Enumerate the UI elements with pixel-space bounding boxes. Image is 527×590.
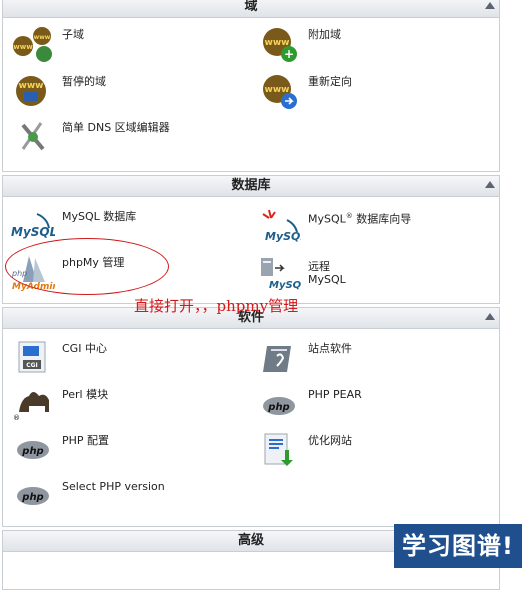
- php-config-icon: php: [17, 441, 49, 459]
- svg-text:CGI: CGI: [26, 362, 38, 369]
- item-label: phpMy 管理: [62, 256, 125, 269]
- svg-text:MyAdmin: MyAdmin: [12, 282, 55, 292]
- svg-text:php: php: [11, 269, 27, 278]
- svg-text:php: php: [267, 402, 289, 413]
- svg-text:+: +: [284, 47, 294, 61]
- item-label: 站点软件: [308, 342, 352, 355]
- item-label: Select PHP version: [62, 480, 165, 493]
- cgi-icon: CGI: [18, 341, 46, 373]
- item-label: 简单 DNS 区域编辑器: [62, 121, 170, 134]
- php-version-icon: php: [17, 487, 49, 505]
- svg-text:®: ®: [13, 414, 20, 422]
- collapse-arrow-icon[interactable]: [485, 313, 495, 320]
- svg-text:MySQL: MySQL: [269, 280, 301, 291]
- item-label: 优化网站: [308, 434, 352, 447]
- item-label: MySQL 数据库: [62, 210, 137, 223]
- item-label-line2: MySQL: [308, 273, 346, 286]
- panel-header-databases: 数据库: [3, 176, 499, 197]
- phpmyadmin-icon: php MyAdmin: [11, 256, 55, 292]
- svg-text:php: php: [21, 492, 43, 503]
- panel-title: 数据库: [231, 178, 271, 193]
- collapse-arrow-icon[interactable]: [485, 181, 495, 188]
- www-park-icon: www: [16, 76, 46, 106]
- item-label: PHP PEAR: [308, 388, 362, 401]
- item-label-main: MySQL: [308, 212, 346, 226]
- www-multi-icon: www www: [13, 27, 52, 62]
- item-label: CGI 中心: [62, 342, 107, 355]
- dns-editor-icon: [21, 122, 45, 151]
- panel-domains: 域 www www 子域 www + 附加域 www 暂停的域 www 重新定向: [2, 0, 500, 172]
- panel-title: 高级: [237, 533, 264, 548]
- item-label-sup: ®: [345, 212, 353, 220]
- site-software-icon: [263, 346, 291, 372]
- item-label: PHP 配置: [62, 434, 110, 447]
- item-label-suffix: 数据库向导: [352, 212, 412, 226]
- annotation-text: 直接打开，，phpmy管理: [134, 297, 299, 315]
- svg-text:php: php: [21, 446, 43, 457]
- item-label-line1: 远程: [308, 260, 330, 273]
- watermark-logo: 学习图谱!: [394, 524, 522, 568]
- remote-mysql-icon: MySQL: [261, 258, 301, 291]
- item-label: 暂停的域: [62, 75, 106, 88]
- item-label: 远程 MySQL: [308, 260, 346, 286]
- svg-text:MySQL: MySQL: [265, 230, 301, 243]
- item-label: MySQL® 数据库向导: [308, 210, 411, 226]
- perl-camel-icon: ®: [13, 392, 49, 422]
- item-label: 子域: [62, 28, 84, 41]
- panel-header-domains: 域: [3, 0, 499, 18]
- svg-text:www: www: [34, 34, 51, 41]
- php-pear-icon: php: [263, 397, 295, 415]
- panel-title: 域: [244, 0, 258, 14]
- mysql-wizard-icon: MySQL: [262, 209, 301, 243]
- item-label: 重新定向: [308, 75, 352, 88]
- item-label: 附加域: [308, 28, 341, 41]
- panel-software: 软件 CGI CGI 中心 站点软件 ® Perl 模块 php PHP PEA…: [2, 307, 500, 527]
- mysql-icon: MySQL: [11, 213, 55, 239]
- svg-text:www: www: [265, 85, 290, 95]
- svg-text:www: www: [13, 43, 33, 51]
- www-add-icon: www +: [263, 28, 297, 62]
- optimize-site-icon: [264, 433, 293, 466]
- item-label: Perl 模块: [62, 388, 109, 401]
- svg-text:www: www: [19, 81, 44, 91]
- collapse-arrow-icon[interactable]: [485, 2, 495, 9]
- www-redirect-icon: www: [263, 75, 297, 109]
- panel-databases: 数据库 MySQL MySQL 数据库 MySQL MySQL® 数据库向导 p…: [2, 175, 500, 304]
